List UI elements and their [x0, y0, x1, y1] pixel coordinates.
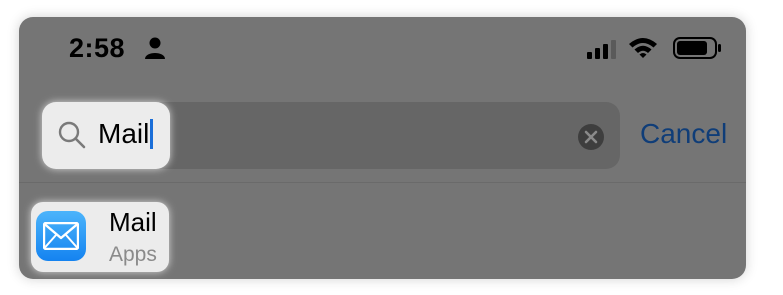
envelope-icon: [43, 222, 79, 250]
result-subtitle: Apps: [109, 243, 157, 266]
search-input-value: Mail: [98, 118, 150, 149]
person-icon: [145, 37, 165, 59]
wifi-icon: [629, 38, 657, 58]
magnifying-glass-icon: [58, 121, 86, 149]
search-input[interactable]: Mail: [98, 117, 154, 151]
result-title: Mail: [109, 207, 157, 237]
battery-icon: [673, 37, 721, 59]
clear-x-icon[interactable]: [577, 123, 605, 151]
phone-screen: 2:58 Mail Cancel Mail Apps: [19, 17, 746, 279]
divider: [19, 182, 746, 183]
status-bar: 2:58: [19, 17, 746, 77]
cellular-signal-icon: [587, 40, 616, 59]
cancel-button[interactable]: Cancel: [640, 116, 727, 152]
mail-app-icon[interactable]: [36, 211, 86, 261]
text-caret: [150, 119, 154, 149]
status-time: 2:58: [69, 33, 126, 63]
